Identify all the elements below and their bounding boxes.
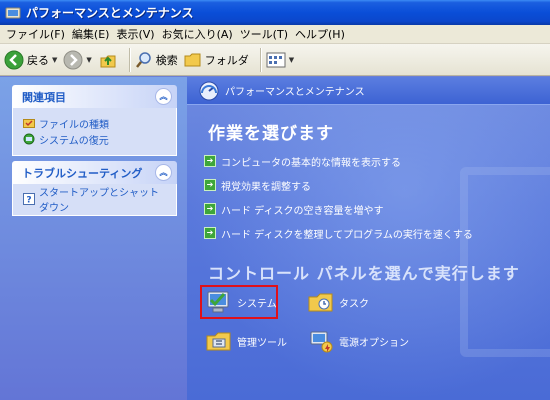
task-label: コンピュータの基本的な情報を表示する <box>221 157 401 169</box>
task-defragment[interactable]: ➔ ハード ディスクを整理してプログラムの実行を速くする <box>204 221 473 245</box>
link-startup-shutdown[interactable]: ? スタートアップとシャットダウン <box>23 188 166 214</box>
green-arrow-icon: ➔ <box>204 203 216 215</box>
search-label: 検索 <box>155 53 178 67</box>
search-icon <box>135 51 151 68</box>
views-grid-icon <box>266 52 286 67</box>
back-dropdown-icon[interactable]: ▼ <box>52 56 57 64</box>
performance-gauge-icon <box>199 81 219 100</box>
back-arrow-icon <box>4 50 24 69</box>
category-header: パフォーマンスとメンテナンス <box>187 77 550 105</box>
views-dropdown-icon[interactable]: ▼ <box>289 56 294 64</box>
scheduled-tasks-folder-icon <box>308 293 333 312</box>
task-pane: 関連項目 ︽ ファイルの種類 システムの復元 トラブルシューティング ︽ ? ス… <box>0 77 187 400</box>
related-topics-header[interactable]: 関連項目 ︽ <box>12 85 177 108</box>
up-folder-icon <box>100 55 116 67</box>
menu-view[interactable]: 表示(V) <box>116 26 161 42</box>
menu-tools[interactable]: ツール(T) <box>240 26 295 42</box>
control-panel-icon <box>5 7 21 18</box>
link-startup-shutdown-label: スタートアップとシャットダウン <box>39 188 159 214</box>
file-types-icon <box>23 119 35 128</box>
back-label: 戻る <box>27 53 49 67</box>
related-topics-title: 関連項目 <box>22 90 66 104</box>
menu-edit[interactable]: 編集(E) <box>72 26 117 42</box>
pick-task-title: 作業を選びます <box>208 124 334 144</box>
related-topics-body: ファイルの種類 システムの復元 <box>12 108 177 156</box>
folders-button[interactable]: フォルダ <box>184 51 249 69</box>
forward-arrow-icon <box>63 50 83 69</box>
collapse-chevron-icon[interactable]: ︽ <box>155 88 172 105</box>
troubleshooting-body: ? スタートアップとシャットダウン <box>12 184 177 216</box>
menu-favorites[interactable]: お気に入り(A) <box>162 26 240 42</box>
cp-power-options-label: 電源オプション <box>339 337 409 349</box>
link-system-restore[interactable]: システムの復元 <box>23 131 166 147</box>
administrative-tools-icon <box>206 332 231 351</box>
troubleshooting-box: トラブルシューティング ︽ ? スタートアップとシャットダウン <box>12 161 177 216</box>
troubleshooting-header[interactable]: トラブルシューティング ︽ <box>12 161 177 184</box>
task-free-disk-space[interactable]: ➔ ハード ディスクの空き容量を増やす <box>204 197 473 221</box>
task-label: ハード ディスクの空き容量を増やす <box>221 205 384 217</box>
green-arrow-icon: ➔ <box>204 179 216 191</box>
cp-scheduled-tasks-label: タスク <box>339 298 369 310</box>
cp-admin-tools[interactable]: 管理ツール <box>205 327 287 355</box>
link-system-restore-label: システムの復元 <box>39 135 109 147</box>
category-view: パフォーマンスとメンテナンス 作業を選びます ➔ コンピュータの基本的な情報を表… <box>187 77 550 400</box>
related-topics-box: 関連項目 ︽ ファイルの種類 システムの復元 <box>12 85 177 156</box>
task-label: 視覚効果を調整する <box>221 181 311 193</box>
cp-scheduled-tasks[interactable]: タスク <box>307 288 369 316</box>
pick-control-panel-title: コントロール パネルを選んで実行します <box>208 264 520 283</box>
forward-button[interactable]: ▼ <box>63 50 92 70</box>
cp-power-options[interactable]: 電源オプション <box>307 327 409 355</box>
task-visual-effects[interactable]: ➔ 視覚効果を調整する <box>204 173 473 197</box>
svg-text:?: ? <box>26 196 31 206</box>
task-view-basic-info[interactable]: ➔ コンピュータの基本的な情報を表示する <box>204 149 473 173</box>
menu-help[interactable]: ヘルプ(H) <box>295 26 352 42</box>
toolbar-separator <box>128 47 130 72</box>
cp-admin-tools-label: 管理ツール <box>237 337 287 349</box>
task-list: ➔ コンピュータの基本的な情報を表示する ➔ 視覚効果を調整する ➔ ハード デ… <box>204 149 473 245</box>
help-question-icon: ? <box>23 193 35 205</box>
power-options-icon <box>310 331 333 353</box>
link-file-types-label: ファイルの種類 <box>39 119 109 131</box>
back-button[interactable]: 戻る ▼ <box>4 50 57 70</box>
up-button[interactable] <box>98 50 118 70</box>
window-title: パフォーマンスとメンテナンス <box>26 6 194 20</box>
category-header-title: パフォーマンスとメンテナンス <box>225 87 365 98</box>
green-arrow-icon: ➔ <box>204 155 216 167</box>
title-bar[interactable]: パフォーマンスとメンテナンス <box>0 0 550 25</box>
highlight-box <box>200 285 278 319</box>
system-restore-icon <box>23 133 35 145</box>
folder-icon <box>184 53 201 66</box>
folders-label: フォルダ <box>204 53 249 67</box>
toolbar-separator <box>259 47 261 72</box>
collapse-chevron-icon[interactable]: ︽ <box>155 164 172 181</box>
forward-dropdown-icon[interactable]: ▼ <box>86 56 91 64</box>
search-button[interactable]: 検索 <box>135 51 178 69</box>
views-button[interactable]: ▼ <box>266 51 294 69</box>
troubleshooting-title: トラブルシューティング <box>22 166 143 180</box>
menu-bar: ファイル(F) 編集(E) 表示(V) お気に入り(A) ツール(T) ヘルプ(… <box>0 25 550 44</box>
toolbar: 戻る ▼ ▼ 検索 フォルダ ▼ <box>0 44 550 76</box>
menu-file[interactable]: ファイル(F) <box>6 26 72 42</box>
green-arrow-icon: ➔ <box>204 227 216 239</box>
link-file-types[interactable]: ファイルの種類 <box>23 115 166 131</box>
task-label: ハード ディスクを整理してプログラムの実行を速くする <box>221 229 473 241</box>
